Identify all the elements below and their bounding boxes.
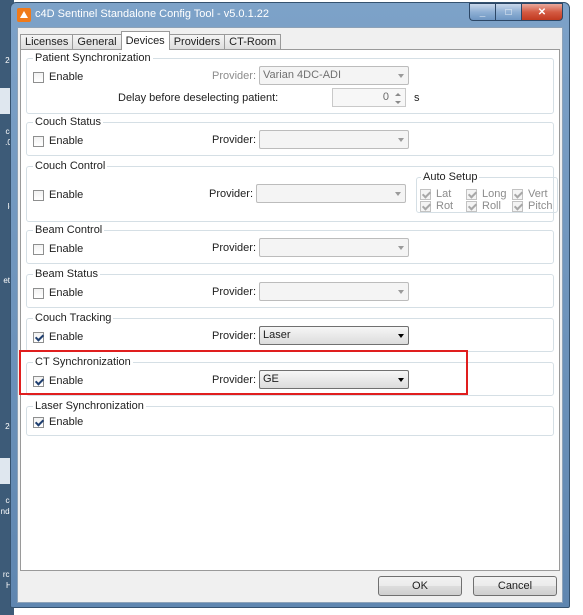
checkbox-box[interactable]: [420, 200, 431, 212]
delay-label: Delay before deselecting patient:: [118, 92, 279, 104]
delay-spinner[interactable]: 0: [332, 88, 406, 107]
couch-status-provider-select[interactable]: [259, 130, 409, 149]
checkbox-box[interactable]: [420, 188, 431, 200]
group-title: Beam Status: [33, 267, 100, 281]
checkbox-label: Enable: [49, 287, 84, 299]
checkbox-label: Rot: [436, 200, 454, 212]
provider-label: Provider:: [212, 134, 257, 146]
checkbox-box[interactable]: [33, 135, 44, 147]
provider-label: Provider:: [212, 70, 257, 82]
checkbox-box[interactable]: [33, 287, 44, 299]
tab-devices[interactable]: Devices: [120, 31, 170, 50]
spin-down-icon[interactable]: [393, 98, 403, 106]
spin-up-icon[interactable]: [393, 90, 403, 98]
cancel-button[interactable]: Cancel: [473, 576, 557, 596]
couch-control-enable-checkbox[interactable]: Enable: [33, 188, 83, 202]
patient-sync-group: Patient Synchronization Enable Provider:…: [26, 51, 554, 114]
tab-providers[interactable]: Providers: [168, 34, 226, 50]
group-title: Couch Control: [33, 159, 108, 173]
chevron-down-icon: [398, 290, 404, 294]
chevron-down-icon: [398, 246, 404, 250]
chevron-down-icon: [398, 334, 404, 338]
chevron-down-icon: [395, 192, 401, 196]
group-title: Laser Synchronization: [33, 399, 146, 413]
checkbox-label: Enable: [49, 189, 84, 201]
devices-tab-panel: Patient Synchronization Enable Provider:…: [20, 49, 560, 571]
config-tool-window: c4D Sentinel Standalone Config Tool - v5…: [10, 2, 570, 608]
tab-ct-room[interactable]: CT-Room: [224, 34, 282, 50]
checkbox-box[interactable]: [33, 189, 44, 201]
beam-control-enable-checkbox[interactable]: Enable: [33, 242, 83, 256]
title-bar[interactable]: c4D Sentinel Standalone Config Tool - v5…: [11, 3, 569, 27]
checkbox-label: Enable: [49, 243, 84, 255]
laser-sync-enable-checkbox[interactable]: Enable: [33, 415, 83, 429]
group-title: Patient Synchronization: [33, 51, 153, 65]
checkbox-label: Pitch: [528, 200, 553, 212]
laser-sync-group: Laser Synchronization Enable: [26, 399, 554, 436]
app-icon: [17, 8, 31, 22]
couch-tracking-group: Couch Tracking Enable Provider: Laser: [26, 311, 554, 352]
checkbox-box[interactable]: [466, 188, 477, 200]
annotation-highlight-box: [19, 350, 468, 395]
group-title: Auto Setup: [421, 170, 480, 184]
checkbox-box[interactable]: [33, 331, 44, 343]
checkbox-label: Enable: [49, 331, 84, 343]
window-title: c4D Sentinel Standalone Config Tool - v5…: [35, 8, 270, 20]
provider-label: Provider:: [212, 330, 257, 342]
checkbox-box[interactable]: [512, 188, 523, 200]
group-title: Couch Status: [33, 115, 104, 129]
patient-sync-provider-select[interactable]: Varian 4DC-ADI: [259, 66, 409, 85]
couch-status-enable-checkbox[interactable]: Enable: [33, 134, 83, 148]
checkbox-label: Enable: [49, 416, 84, 428]
ok-button[interactable]: OK: [378, 576, 462, 596]
checkbox-box[interactable]: [512, 200, 523, 212]
maximize-button[interactable]: □: [495, 3, 521, 21]
auto-setup-rot-checkbox[interactable]: Rot: [420, 199, 453, 213]
beam-control-group: Beam Control Enable Provider:: [26, 223, 554, 264]
select-value: Laser: [263, 329, 291, 341]
client-area: Licenses General Devices Providers CT-Ro…: [17, 27, 563, 603]
couch-status-group: Couch Status Enable Provider:: [26, 115, 554, 156]
patient-sync-enable-checkbox[interactable]: Enable: [33, 70, 83, 84]
group-title: Couch Tracking: [33, 311, 114, 325]
checkbox-box[interactable]: [33, 243, 44, 255]
chevron-down-icon: [398, 138, 404, 142]
delay-value: 0: [382, 91, 389, 103]
select-value: Varian 4DC-ADI: [263, 69, 342, 81]
couch-control-group: Couch Control Enable Provider: Auto Setu…: [26, 159, 558, 222]
tab-general[interactable]: General: [72, 34, 122, 50]
tab-strip: Licenses General Devices Providers CT-Ro…: [20, 31, 282, 50]
beam-status-provider-select[interactable]: [259, 282, 409, 301]
auto-setup-pitch-checkbox[interactable]: Pitch: [512, 199, 552, 213]
checkbox-box[interactable]: [33, 71, 44, 83]
close-button[interactable]: ✕: [521, 3, 563, 21]
delay-unit: s: [414, 92, 420, 104]
checkbox-box[interactable]: [33, 416, 44, 428]
chevron-down-icon: [398, 74, 404, 78]
checkbox-label: Roll: [482, 200, 501, 212]
couch-tracking-provider-select[interactable]: Laser: [259, 326, 409, 345]
couch-control-provider-select[interactable]: [256, 184, 406, 203]
provider-label: Provider:: [212, 286, 257, 298]
group-title: Beam Control: [33, 223, 105, 237]
beam-control-provider-select[interactable]: [259, 238, 409, 257]
checkbox-box[interactable]: [466, 200, 477, 212]
tab-licenses[interactable]: Licenses: [20, 34, 74, 50]
beam-status-enable-checkbox[interactable]: Enable: [33, 286, 83, 300]
auto-setup-roll-checkbox[interactable]: Roll: [466, 199, 501, 213]
minimize-button[interactable]: _: [469, 3, 495, 21]
provider-label: Provider:: [209, 188, 254, 200]
checkbox-label: Enable: [49, 71, 84, 83]
couch-tracking-enable-checkbox[interactable]: Enable: [33, 330, 83, 344]
provider-label: Provider:: [212, 242, 257, 254]
checkbox-label: Enable: [49, 135, 84, 147]
auto-setup-group: Auto Setup Lat Long Vert Rot Roll Pitch: [416, 170, 558, 213]
beam-status-group: Beam Status Enable Provider:: [26, 267, 554, 308]
